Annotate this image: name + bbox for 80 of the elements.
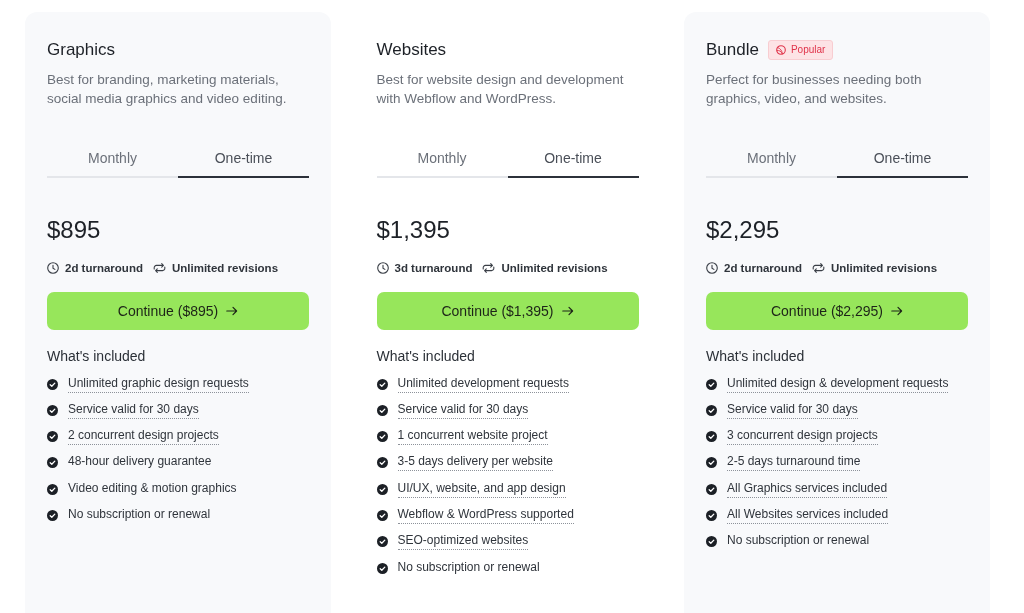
features-heading: What's included bbox=[706, 347, 806, 365]
arrow-icon bbox=[561, 306, 574, 316]
feature-text: Video editing & motion graphics bbox=[68, 480, 237, 497]
perk-label: 2d turnaround bbox=[724, 261, 802, 276]
plan-price: $895 bbox=[47, 216, 102, 244]
check-circle-icon bbox=[706, 457, 717, 469]
feature-text: Unlimited graphic design requests bbox=[68, 375, 249, 393]
clock-icon bbox=[376, 262, 389, 274]
check-circle-icon bbox=[376, 404, 388, 416]
badge-text: Popular bbox=[790, 44, 826, 56]
clock-icon bbox=[706, 262, 718, 274]
feature-text: No subscription or renewal bbox=[727, 533, 870, 550]
check-circle-icon bbox=[47, 431, 58, 443]
check-circle-icon bbox=[47, 510, 58, 521]
feature-text: No subscription or renewal bbox=[68, 507, 211, 523]
feature-text: 2 concurrent design projects bbox=[68, 428, 219, 446]
billing-tab[interactable]: Monthly bbox=[376, 144, 508, 178]
feature-text: Unlimited design & development requests bbox=[727, 375, 949, 393]
plan-title: Graphics bbox=[47, 39, 116, 61]
billing-tab[interactable]: One-time bbox=[507, 144, 639, 178]
repeat-icon bbox=[482, 262, 496, 274]
feature-text: Unlimited development requests bbox=[397, 375, 569, 393]
arrow-icon bbox=[891, 306, 904, 316]
check-circle-icon bbox=[47, 404, 58, 416]
check-circle-icon bbox=[376, 562, 388, 574]
check-circle-icon bbox=[47, 378, 58, 390]
feature-text: 3-5 days delivery per website bbox=[397, 454, 553, 472]
perk-label: Unlimited revisions bbox=[171, 261, 279, 276]
check-circle-icon bbox=[376, 431, 388, 443]
feature-text: UI/UX, website, and app design bbox=[397, 480, 566, 498]
continue-button[interactable]: Continue ($1,395) bbox=[376, 292, 639, 330]
check-circle-icon bbox=[47, 483, 58, 495]
plan-description: Best for website design and development with Webflow and WordPress. bbox=[376, 71, 625, 108]
check-circle-icon bbox=[706, 483, 717, 495]
billing-tab[interactable]: One-time bbox=[837, 144, 968, 178]
feature-text: Webflow & WordPress supported bbox=[397, 507, 574, 524]
plan-description: Perfect for businesses needing both graphics, video, and websites. bbox=[706, 71, 923, 108]
feature-text: 48-hour delivery guarantee bbox=[68, 454, 212, 471]
repeat-icon bbox=[811, 262, 825, 274]
continue-button[interactable]: Continue ($895) bbox=[47, 292, 309, 330]
check-circle-icon bbox=[706, 510, 717, 521]
billing-tab[interactable]: Monthly bbox=[706, 144, 837, 178]
feature-text: All Websites services included bbox=[727, 507, 889, 524]
feature-text: Service valid for 30 days bbox=[68, 401, 199, 419]
plan-description: Best for branding, marketing materials, social media graphics and video editing. bbox=[47, 71, 288, 108]
check-circle-icon bbox=[706, 404, 717, 416]
plan-price: $2,295 bbox=[706, 216, 781, 244]
check-circle-icon bbox=[376, 510, 388, 521]
check-circle-icon bbox=[376, 483, 388, 495]
check-circle-icon bbox=[376, 536, 388, 548]
check-circle-icon bbox=[47, 457, 58, 469]
perk-label: Unlimited revisions bbox=[501, 261, 608, 276]
feature-text: No subscription or renewal bbox=[397, 559, 540, 576]
perk-label: 3d turnaround bbox=[394, 261, 473, 276]
check-circle-icon bbox=[376, 457, 388, 469]
repeat-icon bbox=[152, 262, 166, 274]
perk-label: 2d turnaround bbox=[65, 261, 143, 276]
feature-text: 3 concurrent design projects bbox=[727, 428, 878, 446]
feature-text: 1 concurrent website project bbox=[397, 428, 548, 446]
plan-title: Bundle bbox=[706, 39, 759, 61]
billing-tab[interactable]: One-time bbox=[178, 144, 309, 178]
continue-button[interactable]: Continue ($2,295) bbox=[706, 292, 968, 330]
billing-tab[interactable]: Monthly bbox=[47, 144, 178, 178]
ball-icon bbox=[775, 45, 786, 55]
plan-price: $1,395 bbox=[376, 216, 451, 244]
perk-label: Unlimited revisions bbox=[830, 261, 938, 276]
check-circle-icon bbox=[706, 431, 717, 443]
arrow-icon bbox=[226, 306, 239, 316]
feature-text: Service valid for 30 days bbox=[397, 401, 529, 419]
features-heading: What's included bbox=[47, 347, 147, 365]
plan-title: Websites bbox=[376, 39, 447, 61]
check-circle-icon bbox=[706, 536, 717, 548]
feature-text: SEO-optimized websites bbox=[397, 533, 529, 551]
check-circle-icon bbox=[376, 378, 388, 390]
clock-icon bbox=[47, 262, 59, 274]
feature-text: All Graphics services included bbox=[727, 480, 888, 498]
check-circle-icon bbox=[706, 378, 717, 390]
feature-text: Service valid for 30 days bbox=[727, 401, 858, 419]
feature-text: 2-5 days turnaround time bbox=[727, 454, 861, 472]
features-heading: What's included bbox=[376, 347, 476, 365]
